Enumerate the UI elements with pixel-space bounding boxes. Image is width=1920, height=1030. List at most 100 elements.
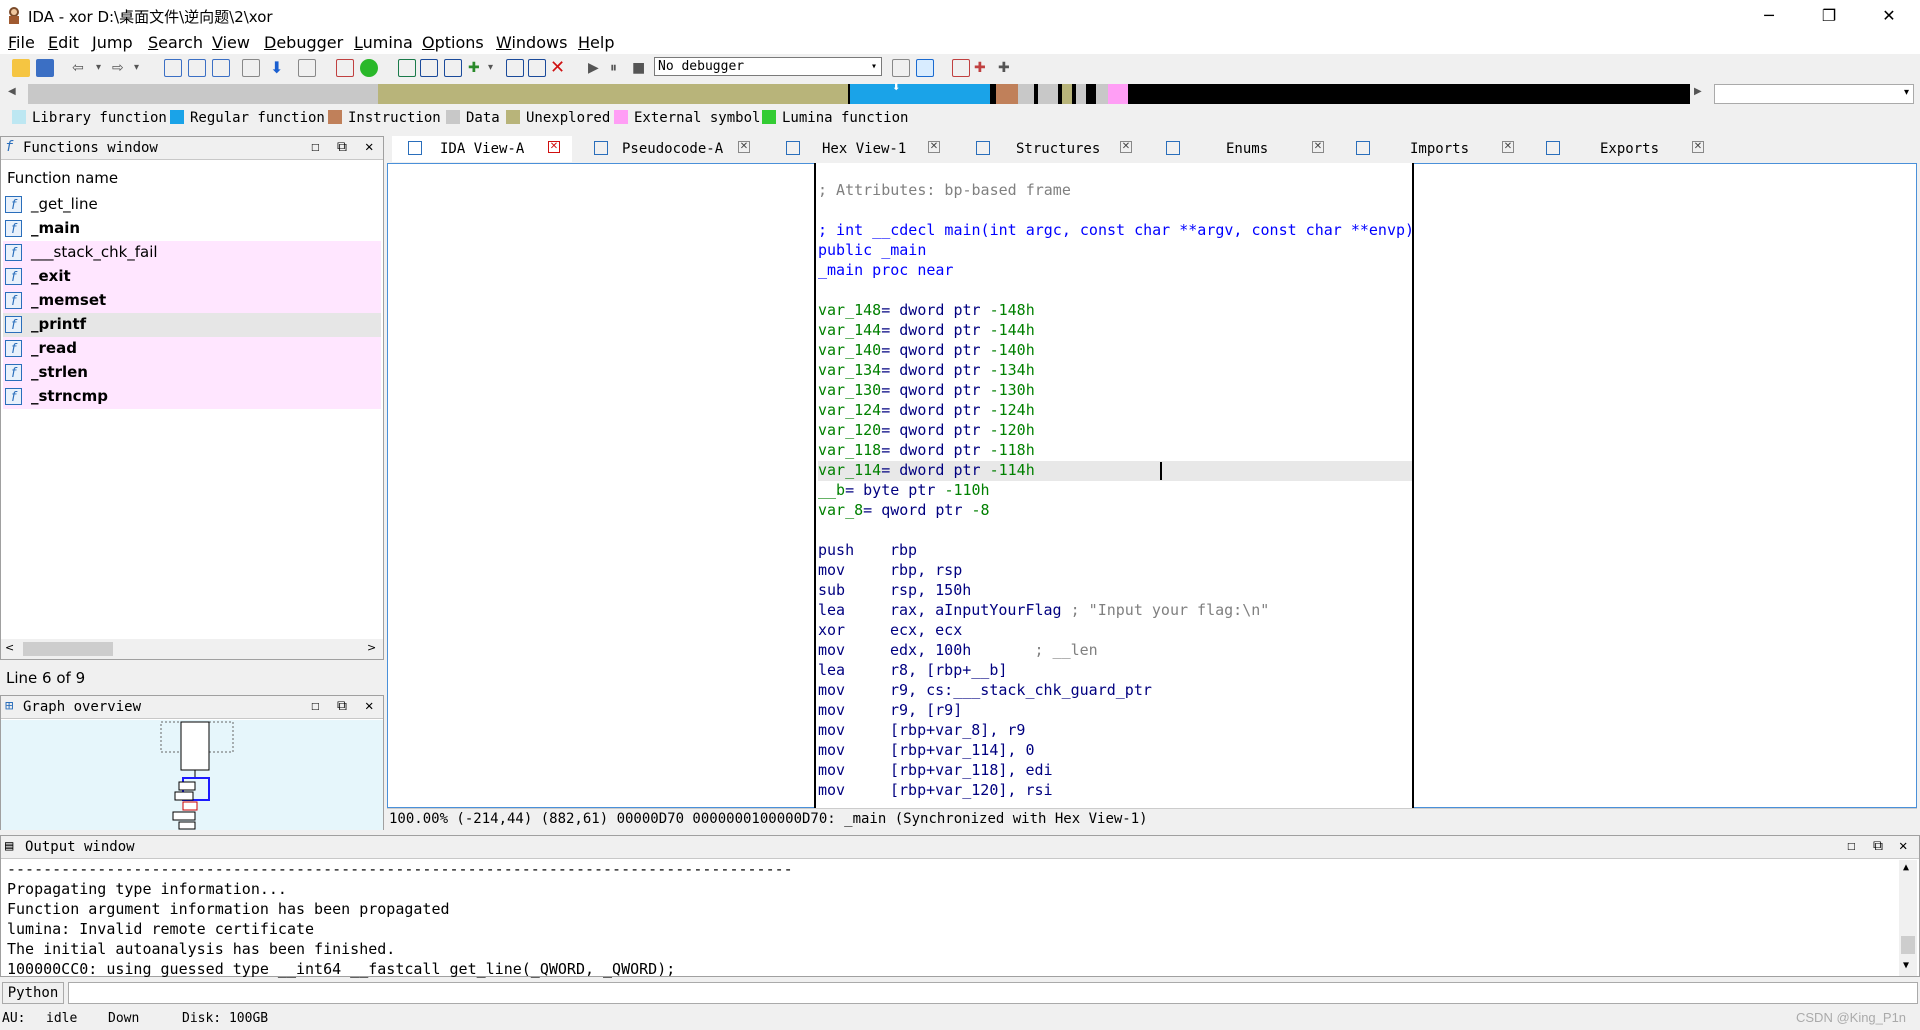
column-header-function-name[interactable]: Function name: [7, 169, 118, 187]
tab-close-icon[interactable]: ✕: [548, 141, 560, 153]
nav-combo[interactable]: ▾: [1714, 84, 1914, 104]
delete-icon[interactable]: ✕: [550, 59, 568, 77]
stack-variable-line[interactable]: __b= byte ptr -110h: [818, 481, 990, 501]
function-row[interactable]: f _exit: [3, 265, 381, 289]
disassembly-node[interactable]: ; Attributes: bp-based frame ; int __cde…: [814, 163, 1414, 808]
stack-variable-line[interactable]: var_8= qword ptr -8: [818, 501, 990, 521]
search-immediate-icon[interactable]: [212, 59, 230, 77]
tab-close-icon[interactable]: ✕: [1120, 141, 1132, 153]
instruction-line[interactable]: mov [rbp+var_118], edi: [818, 761, 1053, 781]
instruction-line[interactable]: lea r8, [rbp+__b]: [818, 661, 1007, 681]
tab-close-icon[interactable]: ✕: [1502, 141, 1514, 153]
instruction-line[interactable]: lea rax, aInputYourFlag ; "Input your fla…: [818, 601, 1269, 621]
stack-variable-line[interactable]: var_124= dword ptr -124h: [818, 401, 1035, 421]
add-segment-icon[interactable]: [444, 59, 462, 77]
stack-variable-line[interactable]: var_118= dword ptr -118h: [818, 441, 1035, 461]
vertical-scrollbar[interactable]: ▲ ▼: [1899, 860, 1917, 976]
stack-variable-line[interactable]: var_120= qword ptr -120h: [818, 421, 1035, 441]
tab-close-icon[interactable]: ✕: [1692, 141, 1704, 153]
tab-enums[interactable]: Enums ✕: [1150, 136, 1330, 162]
panel-close-icon[interactable]: ✕: [365, 139, 373, 155]
scrollbar-thumb[interactable]: [1901, 936, 1915, 954]
back-icon[interactable]: ⇦: [72, 59, 90, 77]
horizontal-scrollbar[interactable]: < >: [1, 639, 383, 659]
instruction-line[interactable]: mov edx, 100h ; __len: [818, 641, 1098, 661]
panel-float-icon[interactable]: ⧉: [337, 139, 347, 155]
menu-help[interactable]: Help: [578, 33, 614, 52]
tab-imports[interactable]: Imports ✕: [1340, 136, 1520, 162]
stack-variable-line[interactable]: var_140= qword ptr -140h: [818, 341, 1035, 361]
tab-close-icon[interactable]: ✕: [738, 141, 750, 153]
scroll-down-icon[interactable]: ▼: [1903, 960, 1909, 971]
menu-options[interactable]: Options: [422, 33, 484, 52]
add-xref-icon[interactable]: ✚: [468, 59, 486, 77]
run-analysis-icon[interactable]: [360, 59, 378, 77]
scroll-right-icon[interactable]: >: [367, 641, 376, 654]
close-icon[interactable]: ✕: [1866, 0, 1912, 30]
tab-ida-view-a[interactable]: IDA View-A ✕: [392, 136, 572, 162]
menu-edit[interactable]: Edit: [48, 33, 79, 52]
instruction-line[interactable]: mov r9, cs:___stack_chk_guard_ptr: [818, 681, 1152, 701]
plugin-icon[interactable]: ✚: [998, 59, 1016, 77]
function-row[interactable]: f _main: [3, 217, 381, 241]
pause-debug-icon[interactable]: ⏸: [610, 59, 628, 77]
graph-overview-canvas[interactable]: [1, 720, 383, 830]
function-row[interactable]: f _strlen: [3, 361, 381, 385]
edit-icon[interactable]: [528, 59, 546, 77]
function-row[interactable]: f _printf: [3, 313, 381, 337]
language-button[interactable]: Python: [2, 982, 64, 1004]
stack-variable-line[interactable]: var_114= dword ptr -114h: [818, 461, 1412, 481]
command-input[interactable]: [68, 982, 1918, 1004]
menu-debugger[interactable]: Debugger: [264, 33, 343, 52]
open-file-icon[interactable]: [12, 59, 30, 77]
start-debug-icon[interactable]: ▶: [588, 59, 606, 77]
nav-left-arrow-icon[interactable]: ◀: [8, 86, 16, 97]
panel-maximize-icon[interactable]: ☐: [311, 698, 319, 714]
menu-lumina[interactable]: Lumina: [354, 33, 413, 52]
tab-close-icon[interactable]: ✕: [1312, 141, 1324, 153]
patch-icon[interactable]: [506, 59, 524, 77]
nav-right-arrow-icon[interactable]: ▶: [1694, 86, 1702, 97]
forward-dropdown-icon[interactable]: ▾: [134, 59, 152, 77]
instruction-line[interactable]: mov rbp, rsp: [818, 561, 962, 581]
scroll-left-icon[interactable]: <: [5, 641, 14, 654]
forward-icon[interactable]: ⇨: [112, 59, 130, 77]
menu-jump[interactable]: Jump: [92, 33, 133, 52]
scroll-up-icon[interactable]: ▲: [1903, 862, 1909, 873]
stop-debug-icon[interactable]: ■: [632, 59, 650, 77]
instruction-line[interactable]: mov [rbp+var_114], 0: [818, 741, 1035, 761]
panel-close-icon[interactable]: ✕: [1899, 838, 1907, 854]
panel-float-icon[interactable]: ⧉: [1873, 838, 1883, 854]
navigation-band[interactable]: ⬇: [28, 83, 1690, 104]
debugger-select[interactable]: No debugger ▾: [654, 57, 882, 76]
tab-structures[interactable]: Structures ✕: [960, 136, 1140, 162]
tab-pseudocode-a[interactable]: Pseudocode-A ✕: [578, 136, 764, 162]
panel-maximize-icon[interactable]: ☐: [311, 139, 319, 155]
menu-windows[interactable]: Windows: [496, 33, 567, 52]
instruction-line[interactable]: sub rsp, 150h: [818, 581, 971, 601]
add-dropdown-icon[interactable]: ▾: [488, 59, 506, 77]
instruction-line[interactable]: mov [rbp+var_120], rsi: [818, 781, 1053, 801]
graph-overview-icon[interactable]: [952, 59, 970, 77]
stack-variable-line[interactable]: var_134= dword ptr -134h: [818, 361, 1035, 381]
restore-icon[interactable]: ❐: [1806, 0, 1852, 30]
save-icon[interactable]: [36, 59, 54, 77]
function-row[interactable]: f _read: [3, 337, 381, 361]
search-text-icon[interactable]: [188, 59, 206, 77]
stack-variable-line[interactable]: var_148= dword ptr -148h: [818, 301, 1035, 321]
tab-close-icon[interactable]: ✕: [928, 141, 940, 153]
function-row[interactable]: f _get_line: [3, 193, 381, 217]
instruction-line[interactable]: mov [rbp+var_8], r9: [818, 721, 1025, 741]
instruction-line[interactable]: mov r9, [r9]: [818, 701, 962, 721]
panel-close-icon[interactable]: ✕: [365, 698, 373, 714]
panel-float-icon[interactable]: ⧉: [337, 698, 347, 714]
down-arrow-icon[interactable]: ⬇: [270, 59, 288, 77]
function-row[interactable]: f _memset: [3, 289, 381, 313]
function-row[interactable]: f ___stack_chk_fail: [3, 241, 381, 265]
function-row[interactable]: f _strncmp: [3, 385, 381, 409]
menu-view[interactable]: View: [212, 33, 250, 52]
panel-maximize-icon[interactable]: ☐: [1847, 838, 1855, 854]
instruction-line[interactable]: xor ecx, ecx: [818, 621, 962, 641]
jump-icon[interactable]: [298, 59, 316, 77]
create-function-icon[interactable]: [398, 59, 416, 77]
